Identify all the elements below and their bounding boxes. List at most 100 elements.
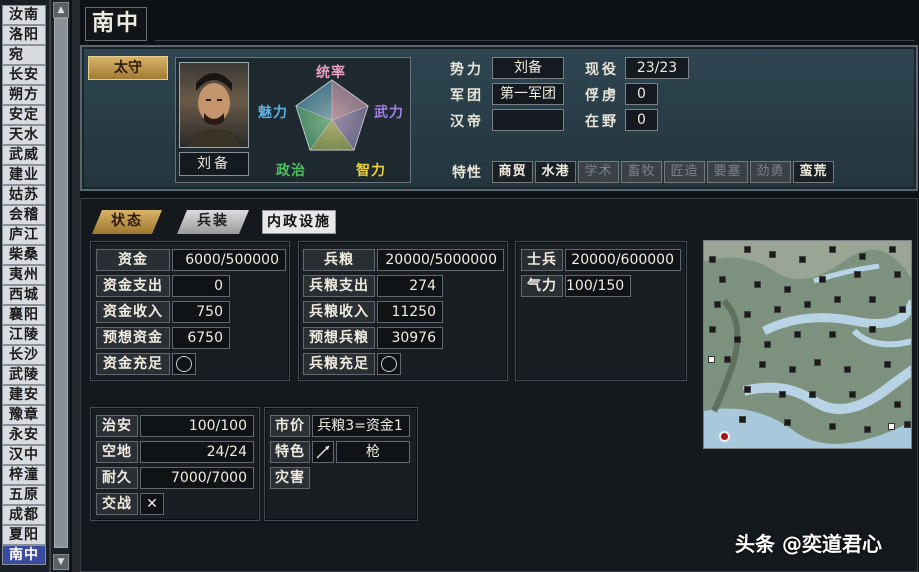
city-marker[interactable] xyxy=(764,341,771,348)
city-marker[interactable] xyxy=(774,306,781,313)
city-marker[interactable] xyxy=(884,361,891,368)
city-list-item[interactable]: 汉中 xyxy=(2,445,46,465)
battle-toggle[interactable]: ✕ xyxy=(140,493,164,515)
city-marker[interactable] xyxy=(894,401,901,408)
city-list-item[interactable]: 豫章 xyxy=(2,405,46,425)
market-price-value: 兵粮3=资金1 xyxy=(312,415,410,437)
city-marker[interactable] xyxy=(819,276,826,283)
city-marker[interactable] xyxy=(759,361,766,368)
specialty-label: 特色 xyxy=(270,441,310,463)
city-list-item[interactable]: 宛 xyxy=(2,45,46,65)
city-list: 汝南 洛阳宛长安 朔方 安定 天水 武威 建业 姑苏 会稽 庐江 柴桑 夷州 西城 襄阳 江陵 长沙 武陵 建安豫… xyxy=(0,0,50,572)
city-marker-neutral[interactable] xyxy=(888,423,895,430)
trait-badge: 匠造 xyxy=(664,161,705,183)
current-city-marker[interactable] xyxy=(719,431,730,442)
city-marker[interactable] xyxy=(869,296,876,303)
city-marker[interactable] xyxy=(864,426,871,433)
food-income-label: 兵粮收入 xyxy=(303,301,375,323)
land-value: 24/24 xyxy=(140,441,254,463)
city-list-item[interactable]: 武威 xyxy=(2,145,46,165)
city-marker[interactable] xyxy=(809,391,816,398)
city-list-item[interactable]: 汝南 xyxy=(2,5,46,25)
circle-icon xyxy=(176,356,192,372)
city-marker-neutral[interactable] xyxy=(708,356,715,363)
tab-facilities[interactable]: 内政设施 xyxy=(262,210,336,234)
city-marker[interactable] xyxy=(829,246,836,253)
city-list-item[interactable]: 五原 xyxy=(2,485,46,505)
city-list-item[interactable]: 柴桑 xyxy=(2,245,46,265)
governor-portrait[interactable] xyxy=(179,62,249,148)
city-marker[interactable] xyxy=(849,391,856,398)
city-marker[interactable] xyxy=(859,253,866,260)
city-list-item[interactable]: 建安 xyxy=(2,385,46,405)
city-marker[interactable] xyxy=(814,359,821,366)
city-list-item[interactable]: 天水 xyxy=(2,125,46,145)
city-list-item[interactable]: 朔方 xyxy=(2,85,46,105)
tab-status[interactable]: 状态 xyxy=(92,210,162,234)
funds-income-label: 资金收入 xyxy=(96,301,170,323)
city-list-item[interactable]: 会稽 xyxy=(2,205,46,225)
city-list-item[interactable]: 洛阳 xyxy=(2,25,46,45)
scroll-up-icon[interactable]: ▲ xyxy=(53,2,69,18)
food-sufficient-toggle[interactable] xyxy=(377,353,401,375)
city-marker[interactable] xyxy=(899,306,906,313)
city-marker[interactable] xyxy=(844,366,851,373)
city-list-item[interactable]: 建业 xyxy=(2,165,46,185)
tab-equipment[interactable]: 兵装 xyxy=(177,210,249,234)
city-list-item[interactable]: 夷州 xyxy=(2,265,46,285)
city-marker[interactable] xyxy=(709,326,716,333)
city-list-item[interactable]: 永安 xyxy=(2,425,46,445)
city-marker[interactable] xyxy=(734,336,741,343)
city-marker[interactable] xyxy=(779,391,786,398)
city-list-item[interactable]: 南中 xyxy=(2,545,46,565)
funds-sufficient-label: 资金充足 xyxy=(96,353,170,375)
city-list-item[interactable]: 江陵 xyxy=(2,325,46,345)
city-marker[interactable] xyxy=(784,286,791,293)
city-marker[interactable] xyxy=(894,271,901,278)
city-marker[interactable] xyxy=(804,301,811,308)
city-list-item[interactable]: 夏阳 xyxy=(2,525,46,545)
city-marker[interactable] xyxy=(724,356,731,363)
city-list-item[interactable]: 姑苏 xyxy=(2,185,46,205)
city-marker[interactable] xyxy=(789,366,796,373)
durability-value: 7000/7000 xyxy=(140,467,254,489)
city-list-scrollbar[interactable]: ▲ ▼ xyxy=(50,0,70,572)
city-marker[interactable] xyxy=(744,246,751,253)
city-list-item[interactable]: 安定 xyxy=(2,105,46,125)
city-marker[interactable] xyxy=(709,256,716,263)
city-list-item[interactable]: 襄阳 xyxy=(2,305,46,325)
city-marker[interactable] xyxy=(744,311,751,318)
city-marker[interactable] xyxy=(799,256,806,263)
city-marker[interactable] xyxy=(769,251,776,258)
soldiers-value: 20000/600000 xyxy=(565,249,681,271)
minimap[interactable] xyxy=(703,240,912,449)
city-marker[interactable] xyxy=(829,331,836,338)
city-marker[interactable] xyxy=(794,331,801,338)
corps-value: 第一军团 xyxy=(492,83,564,105)
city-list-item[interactable]: 武陵 xyxy=(2,365,46,385)
city-marker[interactable] xyxy=(834,296,841,303)
city-marker[interactable] xyxy=(714,301,721,308)
city-marker[interactable] xyxy=(904,421,911,428)
city-marker[interactable] xyxy=(719,276,726,283)
city-list-item[interactable]: 庐江 xyxy=(2,225,46,245)
food-forecast-value: 30976 xyxy=(377,327,443,349)
city-marker[interactable] xyxy=(754,281,761,288)
city-list-item[interactable]: 长安 xyxy=(2,65,46,85)
funds-sufficient-toggle[interactable] xyxy=(172,353,196,375)
scroll-down-icon[interactable]: ▼ xyxy=(53,554,69,570)
city-marker[interactable] xyxy=(869,326,876,333)
city-marker[interactable] xyxy=(829,423,836,430)
city-list-item[interactable]: 长沙 xyxy=(2,345,46,365)
city-list-item[interactable]: 成都 xyxy=(2,505,46,525)
faction-value: 刘备 xyxy=(492,57,564,79)
city-marker[interactable] xyxy=(739,416,746,423)
scroll-thumb[interactable] xyxy=(54,18,68,548)
city-marker[interactable] xyxy=(744,386,751,393)
city-marker[interactable] xyxy=(889,246,896,253)
city-list-item[interactable]: 西城 xyxy=(2,285,46,305)
city-list-item[interactable]: 梓潼 xyxy=(2,465,46,485)
city-marker[interactable] xyxy=(854,271,861,278)
trait-badge: 蛮荒 xyxy=(793,161,834,183)
city-marker[interactable] xyxy=(784,419,791,426)
